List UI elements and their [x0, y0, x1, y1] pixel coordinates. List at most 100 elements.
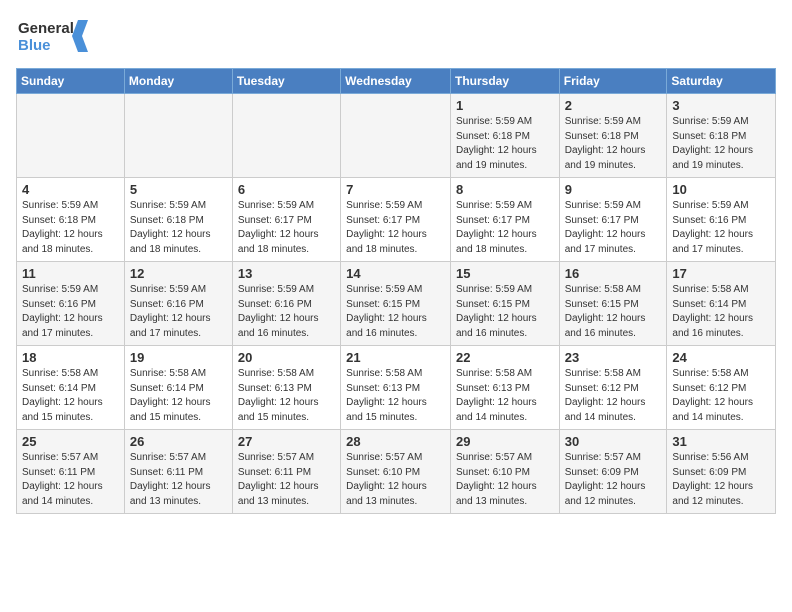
calendar-cell: 16Sunrise: 5:58 AM Sunset: 6:15 PM Dayli… [559, 262, 667, 346]
calendar-cell: 9Sunrise: 5:59 AM Sunset: 6:17 PM Daylig… [559, 178, 667, 262]
day-number: 12 [130, 266, 227, 281]
svg-text:General: General [18, 20, 74, 37]
calendar-header-row: SundayMondayTuesdayWednesdayThursdayFrid… [17, 69, 776, 94]
day-info: Sunrise: 5:57 AM Sunset: 6:11 PM Dayligh… [22, 451, 119, 509]
day-number: 15 [456, 266, 554, 281]
day-number: 7 [346, 182, 445, 197]
calendar-cell: 29Sunrise: 5:57 AM Sunset: 6:10 PM Dayli… [450, 430, 559, 514]
calendar-cell: 26 Sunrise: 5:57 AM Sunset: 6:11 PM Dayli… [124, 430, 232, 514]
calendar-table: SundayMondayTuesdayWednesdayThursdayFrid… [16, 68, 776, 514]
day-number: 10 [672, 182, 770, 197]
day-number: 13 [238, 266, 335, 281]
day-header-tuesday: Tuesday [232, 69, 340, 94]
calendar-cell: 10Sunrise: 5:59 AM Sunset: 6:16 PM Dayli… [667, 178, 776, 262]
calendar-week-row: 1 Sunrise: 5:59 AM Sunset: 6:18 PM Daylig… [17, 94, 776, 178]
page-header: GeneralBlue [16, 16, 776, 56]
day-number: 18 [22, 350, 119, 365]
calendar-cell [124, 94, 232, 178]
day-info: Sunrise: 5:58 AM Sunset: 6:13 PM Dayligh… [238, 367, 335, 425]
day-header-friday: Friday [559, 69, 667, 94]
day-info: Sunrise: 5:58 AM Sunset: 6:14 PM Dayligh… [130, 367, 227, 425]
calendar-body: 1 Sunrise: 5:59 AM Sunset: 6:18 PM Daylig… [17, 94, 776, 514]
day-number: 25 [22, 434, 119, 449]
day-number: 2 [565, 98, 662, 113]
day-info: Sunrise: 5:59 AM Sunset: 6:17 PM Dayligh… [238, 199, 335, 257]
day-number: 24 [672, 350, 770, 365]
day-info: Sunrise: 5:59 AM Sunset: 6:18 PM Dayligh… [130, 199, 227, 257]
calendar-cell [232, 94, 340, 178]
day-info: Sunrise: 5:59 AM Sunset: 6:16 PM Dayligh… [130, 283, 227, 341]
day-header-monday: Monday [124, 69, 232, 94]
day-number: 16 [565, 266, 662, 281]
calendar-cell: 7Sunrise: 5:59 AM Sunset: 6:17 PM Daylig… [341, 178, 451, 262]
day-info: Sunrise: 5:59 AM Sunset: 6:18 PM Dayligh… [22, 199, 119, 257]
day-number: 26 [130, 434, 227, 449]
calendar-cell: 3 Sunrise: 5:59 AM Sunset: 6:18 PM Daylig… [667, 94, 776, 178]
day-number: 8 [456, 182, 554, 197]
calendar-cell: 18 Sunrise: 5:58 AM Sunset: 6:14 PM Dayli… [17, 346, 125, 430]
day-info: Sunrise: 5:58 AM Sunset: 6:13 PM Dayligh… [456, 367, 554, 425]
day-info: Sunrise: 5:59 AM Sunset: 6:17 PM Dayligh… [565, 199, 662, 257]
day-info: Sunrise: 5:59 AM Sunset: 6:17 PM Dayligh… [456, 199, 554, 257]
day-info: Sunrise: 5:57 AM Sunset: 6:11 PM Dayligh… [130, 451, 227, 509]
calendar-cell: 31Sunrise: 5:56 AM Sunset: 6:09 PM Dayli… [667, 430, 776, 514]
logo: GeneralBlue [16, 16, 96, 56]
calendar-cell: 30Sunrise: 5:57 AM Sunset: 6:09 PM Dayli… [559, 430, 667, 514]
day-number: 20 [238, 350, 335, 365]
day-info: Sunrise: 5:57 AM Sunset: 6:10 PM Dayligh… [456, 451, 554, 509]
calendar-week-row: 4 Sunrise: 5:59 AM Sunset: 6:18 PM Daylig… [17, 178, 776, 262]
day-info: Sunrise: 5:59 AM Sunset: 6:18 PM Dayligh… [565, 115, 662, 173]
day-number: 4 [22, 182, 119, 197]
day-number: 23 [565, 350, 662, 365]
day-number: 31 [672, 434, 770, 449]
day-header-wednesday: Wednesday [341, 69, 451, 94]
calendar-cell: 1 Sunrise: 5:59 AM Sunset: 6:18 PM Daylig… [450, 94, 559, 178]
day-number: 17 [672, 266, 770, 281]
calendar-cell: 22 Sunrise: 5:58 AM Sunset: 6:13 PM Dayli… [450, 346, 559, 430]
day-number: 21 [346, 350, 445, 365]
day-header-thursday: Thursday [450, 69, 559, 94]
calendar-cell: 21 Sunrise: 5:58 AM Sunset: 6:13 PM Dayli… [341, 346, 451, 430]
calendar-cell: 8 Sunrise: 5:59 AM Sunset: 6:17 PM Daylig… [450, 178, 559, 262]
calendar-cell: 20 Sunrise: 5:58 AM Sunset: 6:13 PM Dayli… [232, 346, 340, 430]
day-number: 28 [346, 434, 445, 449]
day-info: Sunrise: 5:59 AM Sunset: 6:18 PM Dayligh… [456, 115, 554, 173]
calendar-cell: 24 Sunrise: 5:58 AM Sunset: 6:12 PM Dayli… [667, 346, 776, 430]
day-info: Sunrise: 5:59 AM Sunset: 6:16 PM Dayligh… [238, 283, 335, 341]
day-info: Sunrise: 5:59 AM Sunset: 6:15 PM Dayligh… [346, 283, 445, 341]
calendar-week-row: 18 Sunrise: 5:58 AM Sunset: 6:14 PM Dayli… [17, 346, 776, 430]
day-info: Sunrise: 5:58 AM Sunset: 6:12 PM Dayligh… [672, 367, 770, 425]
calendar-cell: 15Sunrise: 5:59 AM Sunset: 6:15 PM Dayli… [450, 262, 559, 346]
calendar-cell: 25 Sunrise: 5:57 AM Sunset: 6:11 PM Dayli… [17, 430, 125, 514]
day-info: Sunrise: 5:59 AM Sunset: 6:16 PM Dayligh… [22, 283, 119, 341]
day-number: 11 [22, 266, 119, 281]
day-info: Sunrise: 5:57 AM Sunset: 6:09 PM Dayligh… [565, 451, 662, 509]
day-info: Sunrise: 5:58 AM Sunset: 6:13 PM Dayligh… [346, 367, 445, 425]
day-info: Sunrise: 5:57 AM Sunset: 6:10 PM Dayligh… [346, 451, 445, 509]
calendar-cell: 4 Sunrise: 5:59 AM Sunset: 6:18 PM Daylig… [17, 178, 125, 262]
day-number: 22 [456, 350, 554, 365]
day-header-saturday: Saturday [667, 69, 776, 94]
day-header-sunday: Sunday [17, 69, 125, 94]
day-info: Sunrise: 5:58 AM Sunset: 6:14 PM Dayligh… [672, 283, 770, 341]
calendar-cell: 19Sunrise: 5:58 AM Sunset: 6:14 PM Dayli… [124, 346, 232, 430]
day-info: Sunrise: 5:58 AM Sunset: 6:12 PM Dayligh… [565, 367, 662, 425]
calendar-cell [17, 94, 125, 178]
calendar-cell: 6Sunrise: 5:59 AM Sunset: 6:17 PM Daylig… [232, 178, 340, 262]
day-number: 3 [672, 98, 770, 113]
day-info: Sunrise: 5:59 AM Sunset: 6:18 PM Dayligh… [672, 115, 770, 173]
calendar-cell: 12 Sunrise: 5:59 AM Sunset: 6:16 PM Dayli… [124, 262, 232, 346]
calendar-cell: 2 Sunrise: 5:59 AM Sunset: 6:18 PM Daylig… [559, 94, 667, 178]
day-number: 1 [456, 98, 554, 113]
day-number: 5 [130, 182, 227, 197]
calendar-cell: 23 Sunrise: 5:58 AM Sunset: 6:12 PM Dayli… [559, 346, 667, 430]
day-number: 27 [238, 434, 335, 449]
calendar-cell: 13 Sunrise: 5:59 AM Sunset: 6:16 PM Dayli… [232, 262, 340, 346]
logo-svg: GeneralBlue [16, 16, 96, 56]
day-info: Sunrise: 5:58 AM Sunset: 6:14 PM Dayligh… [22, 367, 119, 425]
calendar-week-row: 25 Sunrise: 5:57 AM Sunset: 6:11 PM Dayli… [17, 430, 776, 514]
day-info: Sunrise: 5:57 AM Sunset: 6:11 PM Dayligh… [238, 451, 335, 509]
calendar-cell [341, 94, 451, 178]
calendar-cell: 14Sunrise: 5:59 AM Sunset: 6:15 PM Dayli… [341, 262, 451, 346]
calendar-cell: 11 Sunrise: 5:59 AM Sunset: 6:16 PM Dayli… [17, 262, 125, 346]
